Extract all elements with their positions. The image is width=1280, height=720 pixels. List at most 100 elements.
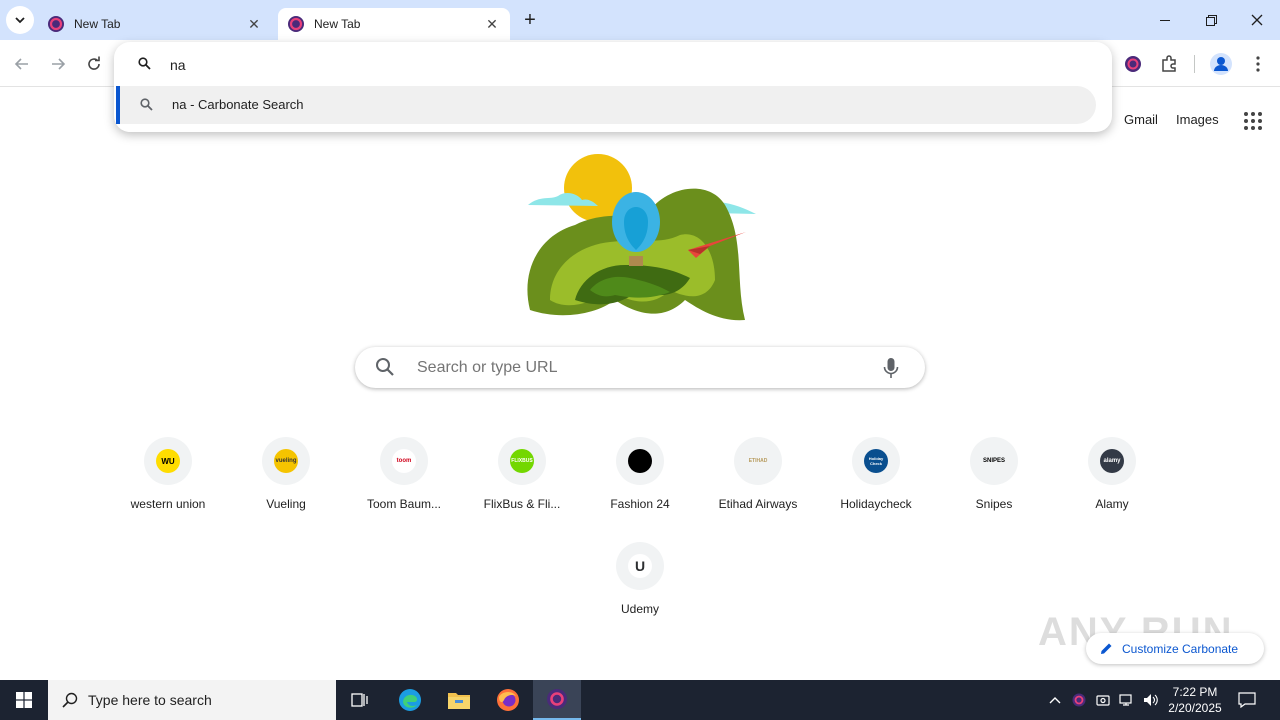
alamy-logo-icon: alamy xyxy=(1100,449,1124,473)
carbonate-logo-icon xyxy=(547,689,567,709)
chevron-up-icon xyxy=(1049,697,1061,704)
tray-network[interactable] xyxy=(1118,691,1136,709)
apps-grid-icon xyxy=(1244,112,1262,130)
close-icon xyxy=(1251,14,1263,26)
restore-icon xyxy=(1205,14,1217,26)
chevron-down-icon xyxy=(15,17,25,24)
omnibox-suggestion[interactable]: na - Carbonate Search xyxy=(116,86,1096,124)
shortcut-tile: vueling xyxy=(262,437,310,485)
holidaycheck-logo-icon: Holiday Check xyxy=(864,449,888,473)
tray-volume[interactable] xyxy=(1142,691,1160,709)
menu-button[interactable] xyxy=(1246,52,1270,76)
shortcut-flixbus[interactable]: FLIXBUS FlixBus & Fli... xyxy=(466,437,578,537)
notification-center-button[interactable] xyxy=(1238,691,1256,709)
shortcut-tile: alamy xyxy=(1088,437,1136,485)
shortcut-tile: Holiday Check xyxy=(852,437,900,485)
search-icon xyxy=(138,57,151,70)
restore-button[interactable] xyxy=(1188,0,1234,40)
ntp-search-input[interactable] xyxy=(417,357,857,379)
profile-button[interactable] xyxy=(1209,52,1233,76)
back-button[interactable] xyxy=(10,52,34,76)
shortcut-alamy[interactable]: alamy Alamy xyxy=(1056,437,1168,537)
tab-new-tab-1[interactable]: New Tab ✕ xyxy=(38,8,272,40)
minimize-button[interactable] xyxy=(1142,0,1188,40)
carbonate-logo-icon xyxy=(1125,56,1141,72)
camera-icon xyxy=(1096,695,1110,706)
customize-label: Customize Carbonate xyxy=(1122,641,1239,656)
shortcut-snipes[interactable]: SNIPES Snipes xyxy=(938,437,1050,537)
search-icon xyxy=(376,358,394,376)
shortcut-label: Alamy xyxy=(1095,497,1129,511)
fashion-24-logo-icon xyxy=(628,449,652,473)
tab-search-button[interactable] xyxy=(6,6,34,34)
toolbar-divider xyxy=(1194,55,1195,73)
arrow-right-icon xyxy=(52,58,66,70)
shortcut-fashion-24[interactable]: Fashion 24 xyxy=(584,437,696,537)
minimize-icon xyxy=(1160,19,1170,21)
clock-time: 7:22 PM xyxy=(1172,685,1218,699)
tab-title: New Tab xyxy=(74,17,121,31)
shortcut-vueling[interactable]: vueling Vueling xyxy=(230,437,342,537)
ntp-search-box[interactable] xyxy=(355,347,925,388)
task-view-icon xyxy=(351,693,368,707)
puzzle-icon xyxy=(1162,55,1176,72)
edge-icon xyxy=(399,689,421,711)
reload-button[interactable] xyxy=(82,52,106,76)
toom-logo-icon: toom xyxy=(392,449,416,473)
tray-meet-now[interactable] xyxy=(1094,691,1112,709)
windows-taskbar: Type here to search 7:22 PM 2/20/2025 xyxy=(0,680,1280,720)
start-button[interactable] xyxy=(0,680,48,720)
shortcut-label: Etihad Airways xyxy=(718,497,798,511)
shortcut-tile: FLIXBUS xyxy=(498,437,546,485)
speaker-icon xyxy=(1144,694,1158,706)
images-link[interactable]: Images xyxy=(1176,112,1219,127)
network-icon xyxy=(1119,694,1132,706)
taskbar-file-explorer[interactable] xyxy=(435,680,483,720)
shortcut-label: Holidaycheck xyxy=(840,497,912,511)
omnibox-input[interactable] xyxy=(170,54,1070,76)
vueling-logo-icon: vueling xyxy=(274,449,298,473)
shortcut-label: Udemy xyxy=(620,602,659,616)
omnibox-popup: na - Carbonate Search xyxy=(114,42,1112,132)
snipes-logo-icon: SNIPES xyxy=(982,449,1006,473)
forward-button[interactable] xyxy=(46,52,70,76)
tray-carbonate[interactable] xyxy=(1070,691,1088,709)
tab-close-icon[interactable]: ✕ xyxy=(246,16,262,32)
carbonate-extension-icon[interactable] xyxy=(1121,52,1145,76)
shortcut-udemy[interactable]: U Udemy xyxy=(584,542,696,642)
close-window-button[interactable] xyxy=(1234,0,1280,40)
show-hidden-icons-button[interactable] xyxy=(1046,691,1064,709)
gmail-link[interactable]: Gmail xyxy=(1124,112,1158,127)
suggestion-text: na - Carbonate Search xyxy=(172,97,304,112)
western-union-logo-icon: WU xyxy=(156,449,180,473)
clock-date: 2/20/2025 xyxy=(1168,701,1222,715)
shortcut-toom-baumarkt[interactable]: toom Toom Baum... xyxy=(348,437,460,537)
balloon-landscape-icon xyxy=(527,154,756,321)
taskbar-search-box[interactable]: Type here to search xyxy=(48,680,336,720)
taskbar-firefox[interactable] xyxy=(484,680,532,720)
shortcut-label: FlixBus & Fli... xyxy=(483,497,561,511)
customize-button[interactable]: Customize Carbonate xyxy=(1086,633,1264,664)
udemy-logo-icon: U xyxy=(628,554,652,578)
tab-close-icon[interactable]: ✕ xyxy=(484,16,500,32)
doodle-illustration xyxy=(520,150,760,325)
shortcut-holidaycheck[interactable]: Holiday Check Holidaycheck xyxy=(820,437,932,537)
windows-logo-icon xyxy=(16,692,32,708)
task-view-button[interactable] xyxy=(336,680,384,720)
shortcut-western-union[interactable]: WU western union xyxy=(112,437,224,537)
arrow-left-icon xyxy=(14,58,28,70)
new-tab-button[interactable]: + xyxy=(518,8,542,32)
shortcut-tile: WU xyxy=(144,437,192,485)
extensions-button[interactable] xyxy=(1157,52,1181,76)
taskbar-clock[interactable]: 7:22 PM 2/20/2025 xyxy=(1166,684,1224,716)
tab-title: New Tab xyxy=(314,17,361,31)
apps-button[interactable] xyxy=(1242,110,1264,132)
tab-new-tab-2[interactable]: New Tab ✕ xyxy=(278,8,510,40)
carbonate-favicon-icon xyxy=(48,16,64,32)
microphone-icon[interactable] xyxy=(883,357,899,379)
taskbar-carbonate[interactable] xyxy=(533,680,581,720)
pencil-icon xyxy=(1101,643,1112,654)
taskbar-edge[interactable] xyxy=(386,680,434,720)
shortcut-etihad-airways[interactable]: ETIHAD Etihad Airways xyxy=(702,437,814,537)
shortcut-tile: toom xyxy=(380,437,428,485)
